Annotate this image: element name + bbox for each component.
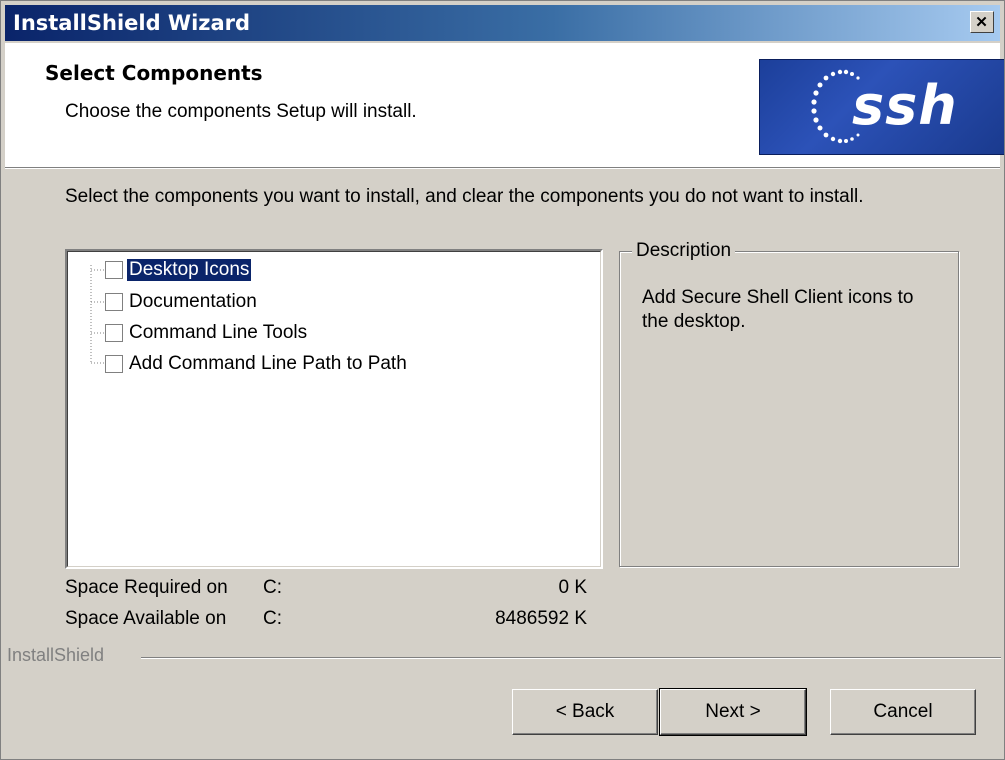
installshield-brand: InstallShield xyxy=(7,645,111,666)
wizard-header: Select Components Choose the components … xyxy=(5,43,1004,168)
header-divider xyxy=(5,168,1000,169)
cancel-button[interactable]: Cancel xyxy=(830,689,976,735)
back-button[interactable]: < Back xyxy=(512,689,658,735)
space-available-row: Space Available on C: 8486592 K xyxy=(65,608,587,632)
logo-text: ssh xyxy=(852,74,958,137)
space-required-value: 0 K xyxy=(558,577,587,598)
space-available-label: Space Available on xyxy=(65,608,227,629)
tree-item-command-line-tools[interactable]: Command Line Tools xyxy=(105,322,309,344)
description-group: Description Add Secure Shell Client icon… xyxy=(619,240,959,567)
next-button[interactable]: Next > xyxy=(659,688,807,736)
tree-item-label: Desktop Icons xyxy=(125,258,253,282)
checkbox-add-path[interactable] xyxy=(105,355,123,373)
close-icon xyxy=(976,16,987,27)
tree-item-label: Documentation xyxy=(129,291,257,312)
tree-item-documentation[interactable]: Documentation xyxy=(105,291,259,313)
installshield-window: InstallShield Wizard Select Components C… xyxy=(0,0,1005,760)
space-available-value: 8486592 K xyxy=(495,608,587,629)
checkbox-documentation[interactable] xyxy=(105,293,123,311)
page-subtitle: Choose the components Setup will install… xyxy=(65,101,417,122)
tree-item-add-path[interactable]: Add Command Line Path to Path xyxy=(105,353,409,375)
tree-item-label: Add Command Line Path to Path xyxy=(129,353,407,374)
checkbox-desktop-icons[interactable] xyxy=(105,261,123,279)
space-required-row: Space Required on C: 0 K xyxy=(65,577,587,601)
checkbox-command-line-tools[interactable] xyxy=(105,324,123,342)
description-text: Add Secure Shell Client icons to the des… xyxy=(642,287,914,332)
description-legend: Description xyxy=(632,240,736,262)
instructions-text: Select the components you want to instal… xyxy=(65,186,864,207)
component-tree[interactable]: Desktop Icons Documentation Command Line… xyxy=(65,249,603,569)
close-button[interactable] xyxy=(970,11,994,33)
space-required-label: Space Required on xyxy=(65,577,228,598)
window-title: InstallShield Wizard xyxy=(13,11,251,35)
space-available-drive: C: xyxy=(263,608,282,629)
brand-divider xyxy=(141,657,1001,659)
ssh-logo: ssh xyxy=(759,59,1004,155)
page-title: Select Components xyxy=(45,61,263,85)
tree-item-desktop-icons[interactable]: Desktop Icons xyxy=(105,258,253,282)
space-required-drive: C: xyxy=(263,577,282,598)
title-bar[interactable]: InstallShield Wizard xyxy=(5,5,1000,41)
tree-item-label: Command Line Tools xyxy=(129,322,308,343)
